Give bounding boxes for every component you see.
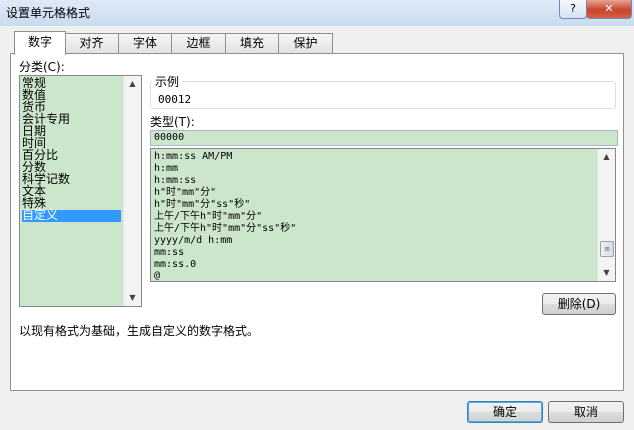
category-listbox[interactable]: 常规 数值 货币 会计专用 日期 时间 百分比 分数 科学记数 文本 特殊 自定… bbox=[19, 75, 142, 307]
format-listbox[interactable]: h:mm:ss AM/PM h:mm h:mm:ss h"时"mm"分" h"时… bbox=[150, 148, 616, 282]
close-button[interactable]: ✕ bbox=[586, 0, 632, 19]
tab-number[interactable]: 数字 bbox=[14, 31, 66, 55]
format-item[interactable]: yyyy/m/d h:mm bbox=[154, 235, 232, 247]
help-button[interactable]: ? bbox=[559, 0, 587, 19]
delete-button[interactable]: 删除(D) bbox=[542, 293, 616, 315]
category-label: 分类(C): bbox=[19, 60, 65, 74]
format-item[interactable]: h:mm bbox=[154, 163, 178, 175]
ok-button[interactable]: 确定 bbox=[467, 401, 543, 423]
format-item[interactable]: mm:ss bbox=[154, 247, 184, 259]
format-item[interactable]: h"时"mm"分"ss"秒" bbox=[154, 199, 250, 211]
scroll-down-icon[interactable]: ▼ bbox=[124, 290, 141, 306]
sample-label: 示例 bbox=[152, 73, 183, 90]
window-title: 设置单元格格式 bbox=[6, 6, 91, 20]
category-scrollbar[interactable]: ▲ ▼ bbox=[123, 76, 141, 306]
sample-group bbox=[150, 81, 616, 109]
scroll-thumb-grip-icon[interactable]: ≡ bbox=[600, 241, 614, 257]
tab-fill[interactable]: 填充 bbox=[225, 33, 279, 53]
sample-value: 00012 bbox=[158, 93, 192, 106]
category-item-custom[interactable]: 自定义 bbox=[22, 209, 121, 222]
scroll-up-icon[interactable]: ▲ bbox=[598, 149, 615, 165]
scroll-up-icon[interactable]: ▲ bbox=[124, 76, 141, 92]
scroll-down-icon[interactable]: ▼ bbox=[598, 265, 615, 281]
tab-alignment[interactable]: 对齐 bbox=[64, 33, 119, 53]
format-item[interactable]: 上午/下午h"时"mm"分" bbox=[154, 211, 262, 223]
format-item[interactable]: h:mm:ss AM/PM bbox=[154, 151, 232, 163]
tab-border[interactable]: 边框 bbox=[171, 33, 226, 53]
title-bar: 设置单元格格式 ? ✕ bbox=[0, 0, 634, 26]
format-description: 以现有格式为基础，生成自定义的数字格式。 bbox=[19, 324, 260, 338]
format-scrollbar[interactable]: ▲ ≡ ▼ bbox=[597, 149, 615, 281]
format-item[interactable]: h"时"mm"分" bbox=[154, 187, 216, 199]
type-label: 类型(T): bbox=[150, 115, 195, 129]
tab-protection[interactable]: 保护 bbox=[278, 33, 333, 53]
format-item[interactable]: @ bbox=[154, 270, 160, 281]
type-input[interactable]: 00000 bbox=[150, 130, 618, 146]
format-item[interactable]: h:mm:ss bbox=[154, 175, 196, 187]
tab-font[interactable]: 字体 bbox=[118, 33, 172, 53]
format-item[interactable]: mm:ss.0 bbox=[154, 259, 196, 271]
cancel-button[interactable]: 取消 bbox=[548, 401, 624, 423]
format-item[interactable]: 上午/下午h"时"mm"分"ss"秒" bbox=[154, 223, 296, 235]
